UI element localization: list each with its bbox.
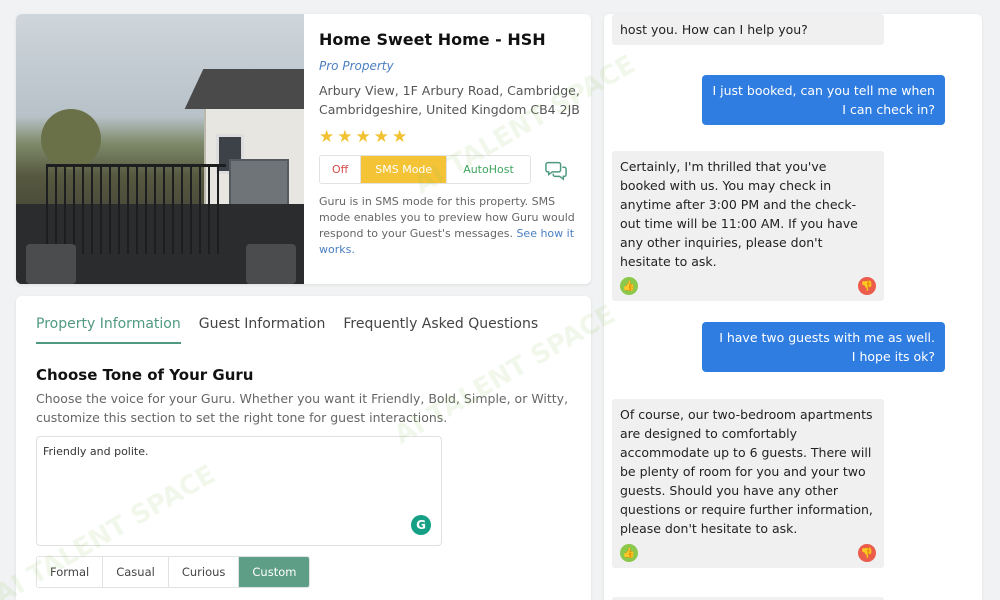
star-rating: ★ ★ ★ ★ ★	[319, 127, 584, 147]
message-text: I have two guests with me as well. I hop…	[719, 330, 935, 364]
star-icon: ★	[337, 127, 353, 147]
tone-text: Friendly and polite.	[43, 445, 149, 458]
property-address: Arbury View, 1F Arbury Road, Cambridge, …	[319, 83, 580, 117]
tab-guest-information[interactable]: Guest Information	[199, 316, 326, 344]
mode-off-button[interactable]: Off	[320, 156, 362, 183]
message-text: I just booked, can you tell me when I ca…	[712, 83, 935, 117]
photo-tree	[41, 109, 101, 169]
tone-casual-button[interactable]: Casual	[103, 557, 169, 587]
property-photo[interactable]	[16, 14, 304, 284]
mode-autohost-button[interactable]: AutoHost	[447, 156, 530, 183]
photo-chair	[246, 244, 296, 284]
property-title: Home Sweet Home - HSH	[319, 30, 546, 49]
chat-message-guest: I just booked, can you tell me when I ca…	[702, 75, 945, 125]
star-icon: ★	[392, 127, 408, 147]
tone-selector: Formal Casual Curious Custom	[36, 556, 311, 588]
mode-sms-button[interactable]: SMS Mode	[361, 156, 448, 183]
property-info: Home Sweet Home - HSH Pro Property Arbur…	[319, 30, 584, 258]
tab-property-information[interactable]: Property Information	[36, 316, 181, 344]
message-text: Of course, our two-bedroom apartments ar…	[620, 407, 873, 536]
thumbs-down-icon[interactable]: 👎	[858, 544, 876, 562]
chat-panel[interactable]: host you. How can I help you? I just boo…	[604, 14, 982, 600]
photo-roof	[184, 69, 304, 109]
property-subtitle: Pro Property	[319, 59, 394, 73]
star-icon: ★	[355, 127, 371, 147]
thumbs-up-icon[interactable]: 👍	[620, 544, 638, 562]
star-icon: ★	[373, 127, 389, 147]
message-text: Certainly, I'm thrilled that you've book…	[620, 159, 858, 269]
section-description: Choose the voice for your Guru. Whether …	[36, 391, 569, 425]
tone-textarea[interactable]: Friendly and polite. G	[36, 436, 442, 546]
guru-settings-card: Property Information Guest Information F…	[16, 296, 591, 600]
star-icon: ★	[319, 127, 335, 147]
chat-bubbles-icon[interactable]	[544, 159, 567, 181]
mode-description: Guru is in SMS mode for this property. S…	[319, 194, 584, 258]
grammarly-icon[interactable]: G	[411, 515, 431, 535]
message-text: host you. How can I help you?	[620, 22, 808, 37]
chat-message-guru: host you. How can I help you?	[612, 14, 884, 45]
message-feedback: 👍 👎	[620, 544, 876, 562]
mode-row: Off SMS Mode AutoHost	[319, 155, 584, 184]
section-title: Choose Tone of Your Guru	[36, 366, 254, 384]
chat-message-guest: I have two guests with me as well. I hop…	[702, 322, 945, 372]
tab-faq[interactable]: Frequently Asked Questions	[343, 316, 538, 344]
settings-tabs: Property Information Guest Information F…	[36, 316, 538, 344]
thumbs-up-icon[interactable]: 👍	[620, 277, 638, 295]
message-feedback: 👍 👎	[620, 277, 876, 295]
chat-message-guru: Certainly, I'm thrilled that you've book…	[612, 151, 884, 301]
photo-chair	[26, 244, 76, 284]
thumbs-down-icon[interactable]: 👎	[858, 277, 876, 295]
tone-formal-button[interactable]: Formal	[37, 557, 104, 587]
photo-railing	[46, 164, 226, 254]
mode-selector: Off SMS Mode AutoHost	[319, 155, 531, 184]
tone-curious-button[interactable]: Curious	[168, 557, 240, 587]
chat-message-guru: Of course, our two-bedroom apartments ar…	[612, 399, 884, 568]
tone-custom-button[interactable]: Custom	[239, 557, 310, 587]
property-card: Home Sweet Home - HSH Pro Property Arbur…	[16, 14, 591, 284]
